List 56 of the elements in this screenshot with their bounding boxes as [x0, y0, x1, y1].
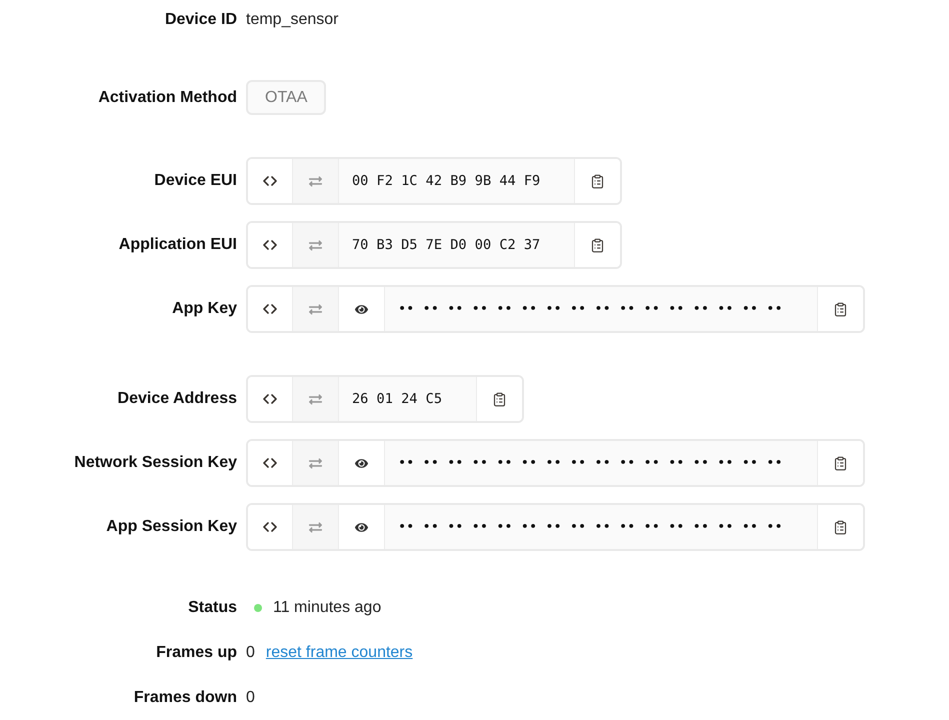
- field-label: Device EUI: [154, 171, 237, 191]
- copy-button[interactable]: [574, 223, 620, 267]
- format-toggle-button[interactable]: [248, 441, 293, 485]
- clipboard-icon: [832, 456, 848, 470]
- eye-icon: [355, 302, 368, 316]
- format-toggle-button[interactable]: [248, 159, 293, 203]
- swap-arrows-icon: [309, 174, 322, 188]
- copy-button[interactable]: [816, 287, 863, 331]
- swap-arrows-icon: [309, 392, 322, 406]
- field-value: 11 minutes ago: [273, 598, 382, 618]
- copy-button[interactable]: [476, 377, 522, 421]
- eye-icon: [355, 520, 368, 534]
- key-value-field[interactable]: •• •• •• •• •• •• •• •• •• •• •• •• •• •• •• ••: [385, 505, 817, 549]
- reset-counters-link[interactable]: reset frame counters: [266, 641, 413, 665]
- field-label: Application EUI: [118, 235, 237, 255]
- field-value: 0: [246, 688, 255, 708]
- clipboard-icon: [492, 392, 508, 406]
- key-value-field[interactable]: •• •• •• •• •• •• •• •• •• •• •• •• •• •• •• ••: [385, 441, 817, 485]
- key-value-field[interactable]: 70 B3 D5 7E D0 00 C2 37: [339, 223, 574, 267]
- swap-arrows-icon: [309, 456, 322, 470]
- field-value: temp_sensor: [246, 10, 338, 30]
- code-icon: [263, 394, 277, 404]
- swap-arrows-icon: [309, 302, 322, 316]
- eye-icon: [355, 456, 368, 470]
- format-toggle-button[interactable]: [248, 505, 293, 549]
- code-icon: [263, 522, 277, 532]
- code-icon: [263, 240, 277, 250]
- field-label: Activation Method: [98, 88, 237, 108]
- key-value-field[interactable]: 26 01 24 C5: [339, 377, 476, 421]
- field-label: Network Session Key: [74, 453, 237, 473]
- field-label: App Key: [172, 299, 237, 319]
- swap-arrows-icon: [309, 238, 322, 252]
- copy-button[interactable]: [816, 441, 863, 485]
- code-icon: [263, 176, 277, 186]
- format-toggle-button[interactable]: [248, 377, 293, 421]
- key-value-field[interactable]: 00 F2 1C 42 B9 9B 44 F9: [339, 159, 574, 203]
- copy-button[interactable]: [574, 159, 620, 203]
- field-label: Frames down: [134, 688, 237, 708]
- code-icon: [263, 304, 277, 314]
- key-value-field[interactable]: •• •• •• •• •• •• •• •• •• •• •• •• •• •• •• ••: [385, 287, 817, 331]
- code-icon: [263, 458, 277, 468]
- copy-button[interactable]: [816, 505, 863, 549]
- field-label: Device ID: [164, 10, 237, 30]
- format-toggle-button[interactable]: [248, 223, 293, 267]
- field-label: Status: [188, 598, 237, 618]
- activation-method-button[interactable]: OTAA: [246, 80, 326, 115]
- field-label: App Session Key: [106, 517, 237, 537]
- clipboard-icon: [590, 238, 606, 252]
- format-toggle-button[interactable]: [248, 287, 293, 331]
- clipboard-icon: [832, 520, 848, 534]
- clipboard-icon: [590, 174, 606, 188]
- field-label: Device Address: [118, 389, 237, 409]
- field-label: Frames up: [156, 643, 237, 663]
- swap-arrows-icon: [309, 520, 322, 534]
- field-value: 0: [246, 643, 255, 663]
- clipboard-icon: [832, 302, 848, 316]
